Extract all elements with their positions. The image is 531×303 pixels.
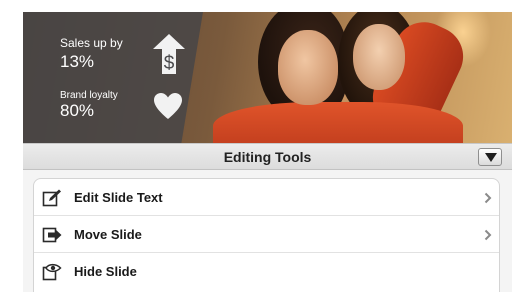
stat-value-sales: 13% [60,52,95,71]
editing-tools-header: Editing Tools [23,143,512,170]
stat-value-loyalty: 80% [60,101,95,120]
slide-editor-frame: Sales up by 13% $ Brand loyalty 80% Edit… [23,12,512,292]
photo-red-coat [213,102,463,143]
tool-item-move-slide[interactable]: Move Slide [34,216,499,253]
edit-pencil-icon [42,189,61,207]
tool-item-edit-slide-text[interactable]: Edit Slide Text [34,179,499,216]
triangle-down-icon [485,153,497,162]
stat-caption-loyalty: Brand loyalty [60,90,118,101]
photo-face-right [353,24,405,90]
tool-item-label: Move Slide [74,227,142,242]
svg-text:$: $ [164,53,175,74]
slide-preview[interactable]: Sales up by 13% $ Brand loyalty 80% [23,12,512,143]
dollar-up-arrow-icon: $ [153,34,185,74]
collapse-tools-button[interactable] [478,148,502,166]
editing-tools-list: Edit Slide Text Move Slide Hide Slide [33,178,500,292]
hide-eye-icon [42,263,62,281]
photo-face-left [278,30,338,105]
stat-caption-sales: Sales up by [60,36,123,50]
tool-item-hide-slide[interactable]: Hide Slide [34,253,499,290]
heart-icon [154,93,182,119]
move-arrow-icon [42,227,62,243]
tool-item-label: Edit Slide Text [74,190,163,205]
chevron-right-icon [484,229,492,241]
tool-item-label: Hide Slide [74,264,137,279]
stats-overlay-panel [23,12,203,143]
editing-tools-title: Editing Tools [223,149,312,165]
chevron-right-icon [484,192,492,204]
